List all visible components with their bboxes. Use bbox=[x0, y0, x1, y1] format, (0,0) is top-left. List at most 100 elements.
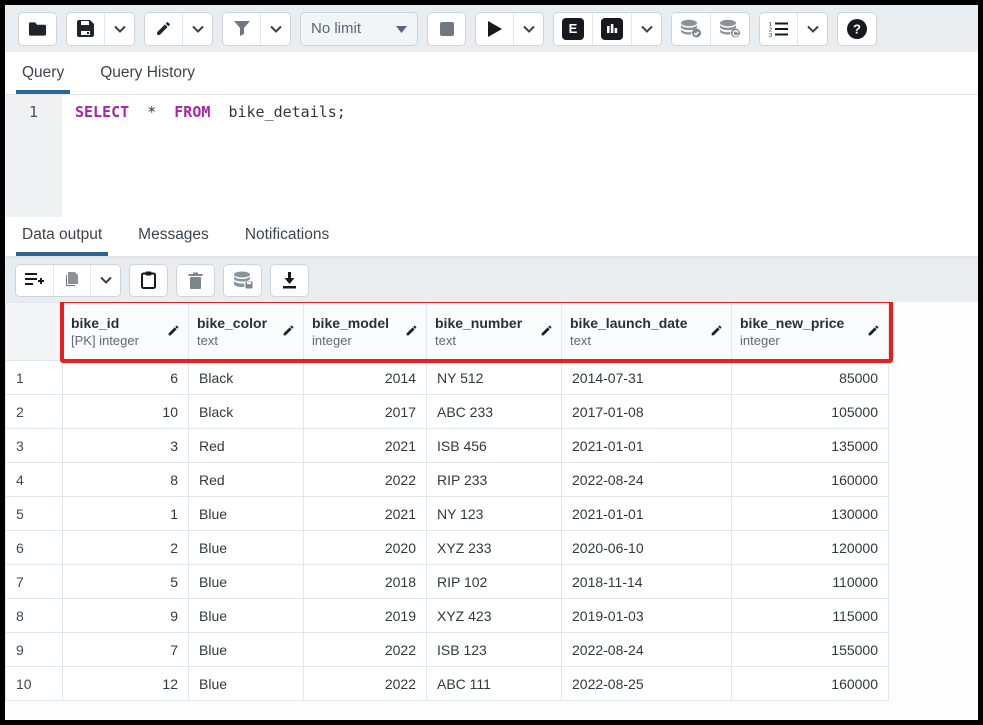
open-file-button[interactable] bbox=[19, 13, 56, 45]
cell-bike_new_price[interactable]: 115000 bbox=[732, 599, 889, 633]
macros-button[interactable]: 123 bbox=[760, 13, 797, 45]
column-header-bike_number[interactable]: bike_numbertext bbox=[427, 303, 562, 361]
cell-bike_model[interactable]: 2022 bbox=[304, 667, 427, 701]
edit-column-icon[interactable] bbox=[867, 324, 880, 340]
delete-row-button[interactable] bbox=[177, 265, 214, 296]
add-row-button[interactable] bbox=[16, 265, 53, 296]
cell-bike_id[interactable]: 12 bbox=[63, 667, 189, 701]
filter-button[interactable] bbox=[223, 13, 260, 45]
cell-bike_id[interactable]: 7 bbox=[63, 633, 189, 667]
cell-bike_launch_date[interactable]: 2017-01-08 bbox=[562, 395, 732, 429]
column-header-bike_model[interactable]: bike_modelinteger bbox=[304, 303, 427, 361]
cell-bike_number[interactable]: RIP 102 bbox=[427, 565, 562, 599]
cell-bike_color[interactable]: Black bbox=[189, 361, 304, 395]
execute-button[interactable] bbox=[476, 13, 513, 45]
cell-bike_color[interactable]: Blue bbox=[189, 599, 304, 633]
cell-bike_new_price[interactable]: 110000 bbox=[732, 565, 889, 599]
cell-bike_launch_date[interactable]: 2021-01-01 bbox=[562, 429, 732, 463]
cell-bike_launch_date[interactable]: 2022-08-24 bbox=[562, 463, 732, 497]
row-number[interactable]: 9 bbox=[6, 633, 63, 667]
cell-bike_number[interactable]: XYZ 423 bbox=[427, 599, 562, 633]
filter-dropdown-button[interactable] bbox=[260, 13, 290, 45]
row-number[interactable]: 3 bbox=[6, 429, 63, 463]
cell-bike_new_price[interactable]: 160000 bbox=[732, 667, 889, 701]
row-number[interactable]: 4 bbox=[6, 463, 63, 497]
edit-button[interactable] bbox=[145, 13, 182, 45]
execute-dropdown-button[interactable] bbox=[513, 13, 543, 45]
paste-button[interactable] bbox=[130, 265, 167, 296]
column-header-bike_new_price[interactable]: bike_new_priceinteger bbox=[732, 303, 889, 361]
help-button[interactable]: ? bbox=[838, 13, 876, 45]
cell-bike_launch_date[interactable]: 2014-07-31 bbox=[562, 361, 732, 395]
cell-bike_new_price[interactable]: 155000 bbox=[732, 633, 889, 667]
tab-data-output[interactable]: Data output bbox=[16, 216, 108, 256]
cell-bike_new_price[interactable]: 160000 bbox=[732, 463, 889, 497]
save-button[interactable] bbox=[67, 13, 104, 45]
explain-button[interactable]: E bbox=[554, 13, 592, 45]
cell-bike_number[interactable]: NY 123 bbox=[427, 497, 562, 531]
cell-bike_color[interactable]: Blue bbox=[189, 667, 304, 701]
cell-bike_color[interactable]: Blue bbox=[189, 565, 304, 599]
copy-dropdown-button[interactable] bbox=[90, 265, 120, 296]
edit-dropdown-button[interactable] bbox=[182, 13, 212, 45]
cell-bike_number[interactable]: ISB 456 bbox=[427, 429, 562, 463]
cell-bike_model[interactable]: 2021 bbox=[304, 497, 427, 531]
cell-bike_model[interactable]: 2021 bbox=[304, 429, 427, 463]
save-data-changes-button[interactable] bbox=[224, 265, 261, 296]
cell-bike_launch_date[interactable]: 2022-08-25 bbox=[562, 667, 732, 701]
cell-bike_color[interactable]: Blue bbox=[189, 633, 304, 667]
tab-notifications[interactable]: Notifications bbox=[239, 216, 335, 256]
cell-bike_model[interactable]: 2014 bbox=[304, 361, 427, 395]
cell-bike_number[interactable]: ABC 111 bbox=[427, 667, 562, 701]
rollback-button[interactable] bbox=[710, 13, 749, 45]
cell-bike_color[interactable]: Blue bbox=[189, 497, 304, 531]
explain-analyze-button[interactable] bbox=[592, 13, 631, 45]
cell-bike_model[interactable]: 2018 bbox=[304, 565, 427, 599]
cell-bike_model[interactable]: 2020 bbox=[304, 531, 427, 565]
cell-bike_id[interactable]: 1 bbox=[63, 497, 189, 531]
edit-column-icon[interactable] bbox=[710, 324, 723, 340]
cell-bike_color[interactable]: Red bbox=[189, 429, 304, 463]
download-results-button[interactable] bbox=[271, 265, 308, 296]
cell-bike_new_price[interactable]: 85000 bbox=[732, 361, 889, 395]
cell-bike_id[interactable]: 9 bbox=[63, 599, 189, 633]
tab-messages[interactable]: Messages bbox=[132, 216, 215, 256]
cell-bike_id[interactable]: 10 bbox=[63, 395, 189, 429]
cell-bike_model[interactable]: 2022 bbox=[304, 633, 427, 667]
cell-bike_id[interactable]: 8 bbox=[63, 463, 189, 497]
edit-column-icon[interactable] bbox=[540, 324, 553, 340]
cell-bike_id[interactable]: 6 bbox=[63, 361, 189, 395]
column-header-bike_launch_date[interactable]: bike_launch_datetext bbox=[562, 303, 732, 361]
cell-bike_number[interactable]: ABC 233 bbox=[427, 395, 562, 429]
cell-bike_model[interactable]: 2022 bbox=[304, 463, 427, 497]
cell-bike_model[interactable]: 2019 bbox=[304, 599, 427, 633]
sql-editor[interactable]: 1 SELECT * FROM bike_details; bbox=[5, 95, 978, 217]
save-dropdown-button[interactable] bbox=[104, 13, 134, 45]
cell-bike_new_price[interactable]: 135000 bbox=[732, 429, 889, 463]
tab-query-history[interactable]: Query History bbox=[94, 54, 201, 94]
cell-bike_color[interactable]: Red bbox=[189, 463, 304, 497]
commit-button[interactable] bbox=[672, 13, 710, 45]
cell-bike_model[interactable]: 2017 bbox=[304, 395, 427, 429]
row-number[interactable]: 6 bbox=[6, 531, 63, 565]
cell-bike_new_price[interactable]: 120000 bbox=[732, 531, 889, 565]
explain-dropdown-button[interactable] bbox=[631, 13, 661, 45]
cell-bike_new_price[interactable]: 105000 bbox=[732, 395, 889, 429]
row-number[interactable]: 5 bbox=[6, 497, 63, 531]
row-number[interactable]: 1 bbox=[6, 361, 63, 395]
copy-button[interactable] bbox=[53, 265, 90, 296]
edit-column-icon[interactable] bbox=[167, 324, 180, 340]
row-number[interactable]: 7 bbox=[6, 565, 63, 599]
column-header-bike_id[interactable]: bike_id[PK] integer bbox=[63, 303, 189, 361]
cell-bike_id[interactable]: 3 bbox=[63, 429, 189, 463]
cell-bike_launch_date[interactable]: 2021-01-01 bbox=[562, 497, 732, 531]
cell-bike_color[interactable]: Black bbox=[189, 395, 304, 429]
cancel-query-button[interactable] bbox=[428, 13, 465, 45]
cell-bike_launch_date[interactable]: 2019-01-03 bbox=[562, 599, 732, 633]
cell-bike_number[interactable]: RIP 233 bbox=[427, 463, 562, 497]
macros-dropdown-button[interactable] bbox=[797, 13, 827, 45]
cell-bike_new_price[interactable]: 130000 bbox=[732, 497, 889, 531]
cell-bike_launch_date[interactable]: 2022-08-24 bbox=[562, 633, 732, 667]
editor-code-area[interactable]: SELECT * FROM bike_details; bbox=[62, 95, 346, 217]
row-number[interactable]: 10 bbox=[6, 667, 63, 701]
